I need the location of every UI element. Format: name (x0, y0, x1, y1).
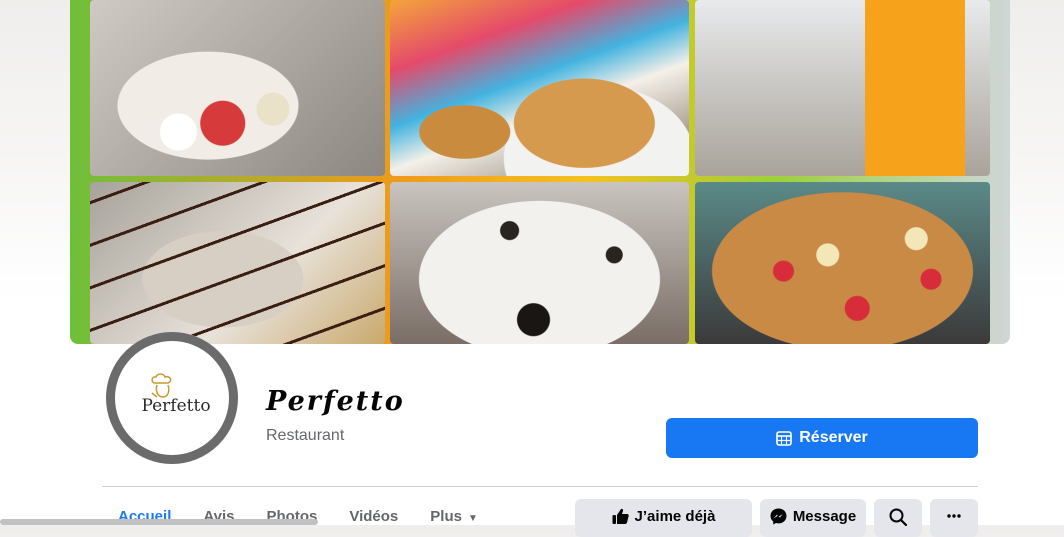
message-button-label: Message (792, 508, 857, 525)
horizontal-scrollbar[interactable] (0, 519, 318, 525)
cover-tile-desserts-cups (90, 0, 385, 176)
thumbs-up-icon (612, 508, 629, 524)
page-title[interactable]: Perfetto (266, 386, 405, 417)
messenger-icon (770, 508, 787, 525)
calendar-icon (776, 431, 793, 446)
cover-tile-cream-cakes (390, 182, 689, 344)
divider (102, 486, 978, 487)
profile-picture[interactable]: Perfetto (106, 332, 238, 464)
caret-down-icon: ▼ (467, 513, 478, 524)
tab-videos[interactable]: Vidéos (333, 500, 414, 525)
tab-plus[interactable]: Plus ▼ (414, 500, 494, 525)
reserve-button[interactable]: Réserver (666, 418, 978, 458)
avatar: Perfetto (106, 332, 238, 464)
search-icon (889, 508, 907, 526)
reserve-button-label: Réserver (799, 429, 868, 446)
like-button[interactable]: J’aime déjà (575, 499, 752, 537)
search-button[interactable] (874, 499, 922, 537)
more-icon (947, 514, 961, 518)
page-category[interactable]: Restaurant (266, 427, 344, 445)
like-button-label: J’aime déjà (634, 508, 716, 525)
chef-logo-icon (151, 373, 172, 398)
cover-photo[interactable] (70, 0, 1010, 344)
cover-tile-orange-juice (695, 0, 990, 176)
cover-tile-fruit-tarts (695, 182, 990, 344)
cover-tile-pastries (390, 0, 689, 176)
more-button[interactable] (930, 499, 978, 537)
cover-tile-milkshake (90, 182, 385, 344)
message-button[interactable]: Message (760, 499, 866, 537)
